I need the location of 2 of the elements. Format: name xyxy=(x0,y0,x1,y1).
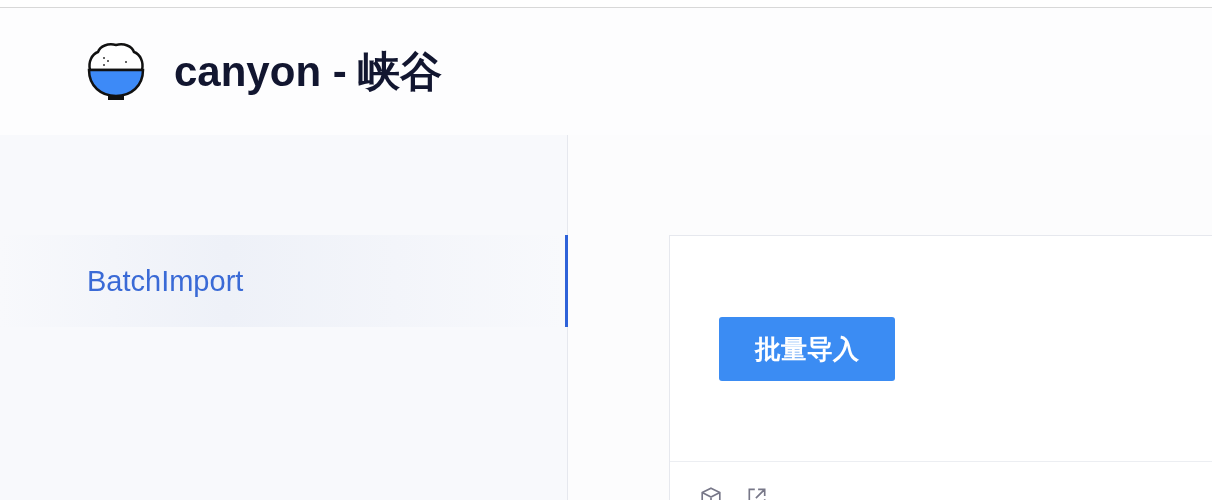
app-title: canyon - 峡谷 xyxy=(174,46,443,97)
import-button[interactable]: 批量导入 xyxy=(719,317,895,381)
